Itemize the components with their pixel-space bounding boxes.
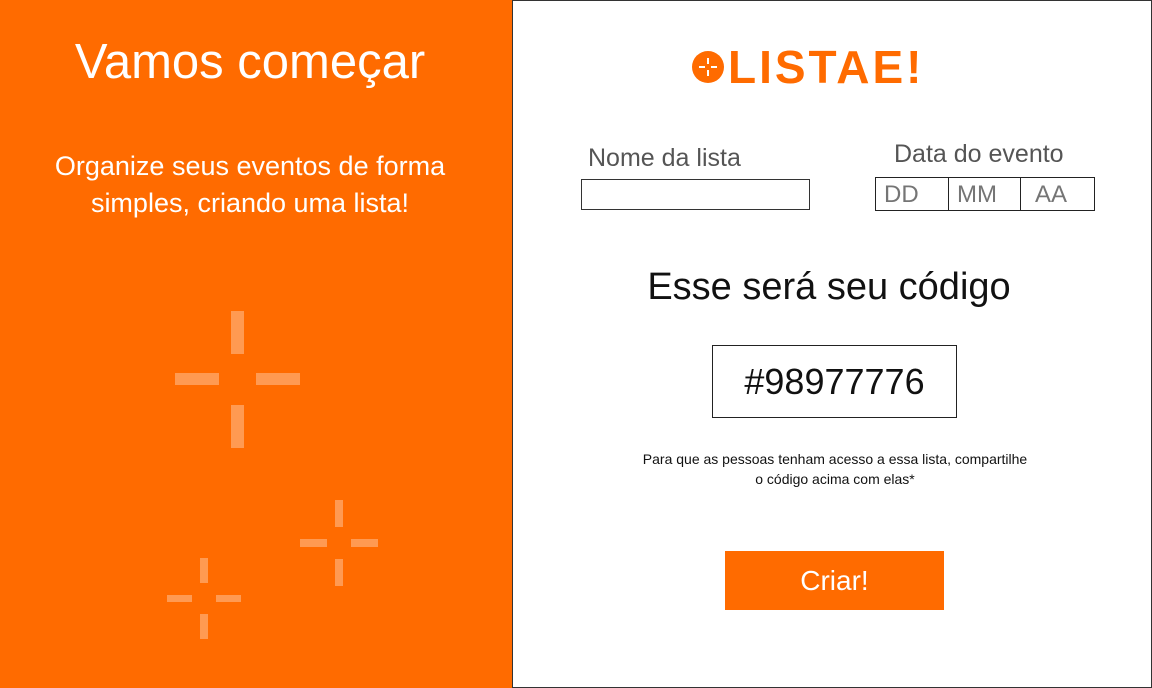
share-hint-line: o código acima com elas* <box>755 471 915 487</box>
list-name-input[interactable] <box>581 179 810 210</box>
event-date-label: Data do evento <box>894 140 1064 168</box>
brand-name: LISTAE! <box>728 41 925 93</box>
event-day-input[interactable] <box>875 177 950 211</box>
brand-logo: LISTAE! <box>692 41 925 93</box>
plus-circle-icon <box>692 51 724 83</box>
list-code: #98977776 <box>712 345 957 418</box>
intro-panel: Vamos começar Organize seus eventos de f… <box>0 0 512 688</box>
create-list-screen: Vamos começar Organize seus eventos de f… <box>0 0 1152 688</box>
intro-subtitle-line: simples, criando uma lista! <box>90 188 410 218</box>
intro-title: Vamos começar <box>74 35 426 89</box>
intro-subtitle: Organize seus eventos de forma simples, … <box>0 148 500 222</box>
event-year-input[interactable] <box>1020 177 1095 211</box>
sparkle-icon <box>175 311 300 448</box>
event-month-input[interactable] <box>948 177 1022 211</box>
share-hint: Para que as pessoas tenham acesso a essa… <box>620 449 1050 489</box>
intro-subtitle-line: Organize seus eventos de forma <box>54 151 446 181</box>
share-hint-line: Para que as pessoas tenham acesso a essa… <box>642 451 1028 467</box>
list-name-label: Nome da lista <box>588 144 741 172</box>
sparkle-icon <box>300 500 378 586</box>
code-heading: Esse será seu código <box>647 266 1011 308</box>
create-button[interactable]: Criar! <box>725 551 944 610</box>
list-code-value: #98977776 <box>744 360 925 402</box>
sparkle-icon <box>167 558 241 639</box>
